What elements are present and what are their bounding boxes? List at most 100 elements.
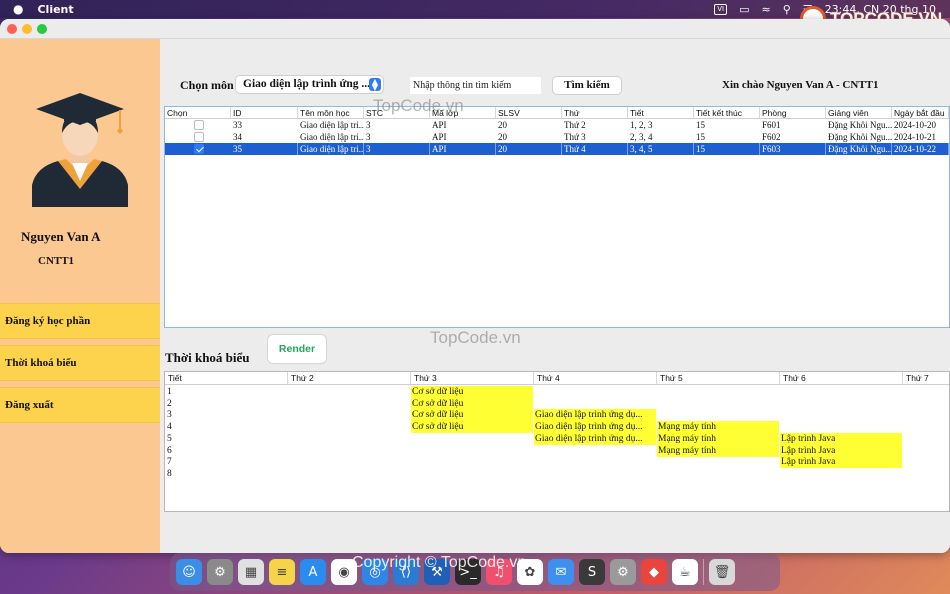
course-cell-tiet-ket-thuc[interactable]: 15	[694, 131, 760, 143]
course-cell-tiet[interactable]: 3, 4, 5	[628, 143, 694, 155]
window-close-button[interactable]	[7, 24, 17, 34]
course-cell-slsv[interactable]: 20	[496, 131, 562, 143]
course-cell-giang-vien[interactable]: Đặng Khôi Ngu...	[826, 143, 892, 155]
course-cell-tiet-ket-thuc[interactable]: 15	[694, 119, 760, 131]
course-table[interactable]: Chọn ID Tên môn học STC Mã lớp SLSV Thứ …	[164, 106, 950, 328]
course-cell-stc[interactable]: 3	[364, 119, 430, 131]
course-cell-giang-vien[interactable]: Đặng Khôi Ngu...	[826, 119, 892, 131]
schedule-cell[interactable]: Lập trình Java	[780, 444, 902, 457]
schedule-column-header[interactable]: Thứ 5	[657, 372, 780, 384]
schedule-cell[interactable]: Mạng máy tính	[657, 444, 779, 457]
schedule-cell[interactable]: Giao diện lập trình ứng dụ...	[534, 432, 656, 445]
course-cell-ma-lop[interactable]: API	[430, 143, 496, 155]
photos-icon[interactable]: ✿	[517, 559, 543, 585]
launchpad-icon[interactable]: ▦	[238, 559, 264, 585]
system-settings-icon[interactable]: ⚙	[207, 559, 233, 585]
course-table-row[interactable]: 33 Giao diện lập tri... 3 API 20 Thứ 2 1, 2, 3…	[165, 119, 949, 131]
schedule-cell[interactable]: Cơ sở dữ liệu	[411, 421, 533, 434]
course-cell-thu[interactable]: Thứ 4	[562, 143, 628, 155]
window-titlebar[interactable]	[0, 19, 950, 39]
sublime-icon[interactable]: S	[579, 559, 605, 585]
column-header[interactable]: Tên môn học	[298, 107, 364, 119]
course-cell-ten-mon[interactable]: Giao diện lập tri...	[298, 131, 364, 143]
row-select-checkbox[interactable]	[194, 132, 204, 142]
anydesk-icon[interactable]: ◆	[641, 559, 667, 585]
trash-icon[interactable]: 🗑	[709, 559, 735, 585]
course-cell-ma-lop[interactable]: API	[430, 119, 496, 131]
course-cell-stc[interactable]: 3	[364, 131, 430, 143]
java-icon[interactable]: ☕	[672, 559, 698, 585]
app-store-icon[interactable]: A	[300, 559, 326, 585]
course-cell-phong[interactable]: F601	[760, 119, 826, 131]
schedule-cell[interactable]: Cơ sở dữ liệu	[411, 409, 533, 422]
row-select-checkbox[interactable]	[194, 144, 204, 154]
mail-icon[interactable]: ✉	[548, 559, 574, 585]
schedule-cell[interactable]: Mạng máy tính	[657, 432, 779, 445]
course-cell-ten-mon[interactable]: Giao diện lập tri...	[298, 143, 364, 155]
course-cell-ten-mon[interactable]: Giao diện lập tri...	[298, 119, 364, 131]
music-icon[interactable]: ♫	[486, 559, 512, 585]
course-cell-tiet[interactable]: 1, 2, 3	[628, 119, 694, 131]
course-cell-slsv[interactable]: 20	[496, 143, 562, 155]
course-cell-giang-vien[interactable]: Đặng Khôi Ngu...	[826, 131, 892, 143]
column-header[interactable]: Phòng	[760, 107, 826, 119]
schedule-cell[interactable]: Cơ sở dữ liệu	[411, 397, 533, 410]
subject-select[interactable]: Giao diện lập trình ứng ... ▲ ▼	[236, 76, 383, 93]
schedule-column-header[interactable]: Thứ 7	[903, 372, 949, 384]
column-header[interactable]: Tiết	[628, 107, 694, 119]
course-cell-phong[interactable]: F603	[760, 143, 826, 155]
schedule-table[interactable]: Tiết Thứ 2 Thứ 3 Thứ 4 Thứ 5 Thứ 6 Thứ 7…	[164, 371, 950, 512]
schedule-column-header[interactable]: Tiết	[165, 372, 288, 384]
render-button[interactable]: Render	[268, 335, 326, 363]
schedule-column-header[interactable]: Thứ 6	[780, 372, 903, 384]
menubar-app-name[interactable]: Client	[37, 3, 73, 16]
course-cell-tiet-ket-thuc[interactable]: 15	[694, 143, 760, 155]
column-header[interactable]: Giảng viên	[826, 107, 892, 119]
course-cell-id[interactable]: 33	[231, 119, 298, 131]
course-cell-ngay-bat-dau[interactable]: 2024-10-22	[892, 143, 949, 155]
schedule-column-header[interactable]: Thứ 3	[411, 372, 534, 384]
course-cell-id[interactable]: 35	[231, 143, 298, 155]
column-header[interactable]: STC	[364, 107, 430, 119]
column-header[interactable]: ID	[231, 107, 298, 119]
window-minimize-button[interactable]	[22, 24, 32, 34]
column-header[interactable]: Mã lớp	[430, 107, 496, 119]
menu-thoi-khoa-bieu[interactable]: Thời khoá biểu	[0, 345, 160, 381]
search-button[interactable]: Tìm kiếm	[553, 77, 621, 94]
course-cell-thu[interactable]: Thứ 3	[562, 131, 628, 143]
column-header[interactable]: Chọn	[165, 107, 231, 119]
schedule-cell[interactable]: Lập trình Java	[780, 456, 902, 469]
course-cell-slsv[interactable]: 20	[496, 119, 562, 131]
spotlight-search-icon[interactable]: ⚲	[783, 3, 791, 16]
schedule-cell[interactable]: Giao diện lập trình ứng dụ...	[534, 409, 656, 422]
course-cell-id[interactable]: 34	[231, 131, 298, 143]
notes-icon[interactable]: ≡	[269, 559, 295, 585]
safari-icon[interactable]: ◎	[362, 559, 388, 585]
course-cell-ngay-bat-dau[interactable]: 2024-10-20	[892, 119, 949, 131]
course-cell-thu[interactable]: Thứ 2	[562, 119, 628, 131]
finder-icon[interactable]: ☺	[176, 559, 202, 585]
course-cell-tiet[interactable]: 2, 3, 4	[628, 131, 694, 143]
menu-dang-ky-hoc-phan[interactable]: Đăng ký học phần	[0, 303, 160, 339]
course-table-row[interactable]: 34 Giao diện lập tri... 3 API 20 Thứ 3 2, 3, 4…	[165, 131, 949, 143]
schedule-cell[interactable]: Mạng máy tính	[657, 421, 779, 434]
schedule-cell[interactable]: Cơ sở dữ liệu	[411, 386, 533, 398]
course-table-row[interactable]: 35 Giao diện lập tri... 3 API 20 Thứ 4 3, 4, 5…	[165, 143, 949, 155]
course-cell-stc[interactable]: 3	[364, 143, 430, 155]
schedule-column-header[interactable]: Thứ 2	[288, 372, 411, 384]
course-cell-phong[interactable]: F602	[760, 131, 826, 143]
chrome-icon[interactable]: ◉	[331, 559, 357, 585]
schedule-column-header[interactable]: Thứ 4	[534, 372, 657, 384]
column-header[interactable]: Tiết kết thúc	[694, 107, 760, 119]
apple-menu-icon[interactable]: ●	[13, 2, 23, 16]
battery-icon[interactable]: ▭	[739, 3, 749, 16]
terminal-icon[interactable]: >_	[455, 559, 481, 585]
window-maximize-button[interactable]	[37, 24, 47, 34]
row-select-checkbox[interactable]	[194, 120, 204, 130]
menu-dang-xuat[interactable]: Đăng xuất	[0, 387, 160, 423]
search-input[interactable]	[410, 77, 541, 94]
input-source-indicator[interactable]: VI	[714, 3, 728, 15]
course-cell-ma-lop[interactable]: API	[430, 131, 496, 143]
course-cell-ngay-bat-dau[interactable]: 2024-10-21	[892, 131, 949, 143]
schedule-cell[interactable]: Giao diện lập trình ứng dụ...	[534, 421, 656, 434]
